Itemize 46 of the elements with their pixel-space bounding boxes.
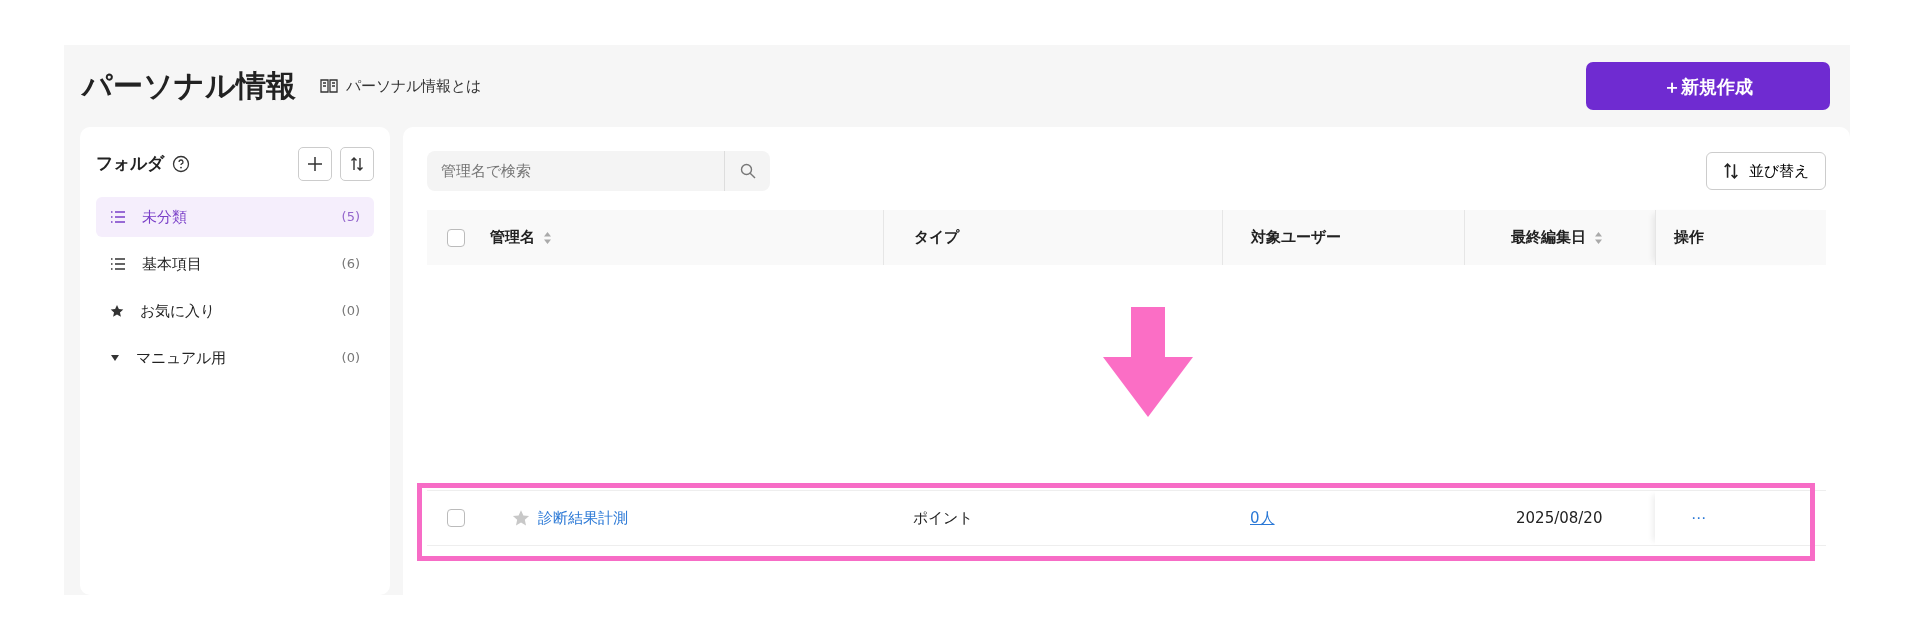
folder-item[interactable]: お気に入り (0): [96, 291, 374, 331]
sort-icon: [543, 230, 552, 245]
select-all-checkbox[interactable]: [447, 228, 465, 247]
list-icon: [110, 211, 126, 223]
folder-item[interactable]: 基本項目 (6): [96, 244, 374, 284]
star-icon[interactable]: [512, 509, 530, 527]
date-cell: 2025/08/20: [1516, 508, 1603, 527]
folder-item[interactable]: マニュアル用 (0): [96, 338, 374, 378]
folder-item[interactable]: 未分類 (5): [96, 197, 374, 237]
column-header[interactable]: 最終編集日: [1511, 226, 1603, 249]
folder-label: マニュアル用: [136, 347, 226, 369]
more-actions-button[interactable]: ⋯: [1691, 506, 1706, 530]
folder-label: お気に入り: [140, 300, 215, 322]
column-header: タイプ: [914, 227, 959, 249]
folder-count: (6): [341, 255, 360, 274]
folder-label: 未分類: [142, 206, 187, 228]
caret-icon: [110, 354, 120, 362]
column-header: 操作: [1674, 227, 1704, 249]
folder-label: 基本項目: [142, 253, 202, 275]
search-button[interactable]: [724, 151, 770, 191]
type-cell: ポイント: [913, 508, 973, 527]
row-checkbox[interactable]: [447, 509, 465, 527]
sort-icon: [1723, 163, 1739, 179]
help-icon[interactable]: [172, 155, 190, 173]
add-folder-button[interactable]: [298, 147, 332, 181]
column-header: 対象ユーザー: [1251, 227, 1341, 249]
sort-folder-button[interactable]: [340, 147, 374, 181]
list-icon: [110, 258, 126, 270]
sort-icon: [1594, 230, 1603, 245]
folder-count: (0): [341, 302, 360, 321]
new-button[interactable]: ＋新規作成: [1586, 62, 1830, 110]
folder-count: (0): [341, 349, 360, 368]
plus-icon: [307, 156, 323, 172]
folder-title: フォルダ: [96, 152, 164, 176]
search-icon: [739, 163, 756, 179]
book-icon: [320, 79, 338, 93]
user-count-link[interactable]: 0人: [1250, 508, 1275, 527]
help-link[interactable]: パーソナル情報とは: [320, 74, 481, 98]
sort-icon: [350, 157, 364, 171]
sort-button[interactable]: 並び替え: [1706, 152, 1826, 190]
star-icon: [110, 304, 124, 318]
column-header[interactable]: 管理名: [490, 226, 552, 249]
name-link[interactable]: 診断結果計測: [538, 506, 628, 530]
folder-count: (5): [341, 208, 360, 227]
page-title: パーソナル情報: [82, 68, 296, 104]
search-field[interactable]: 管理名で検索: [427, 151, 724, 191]
